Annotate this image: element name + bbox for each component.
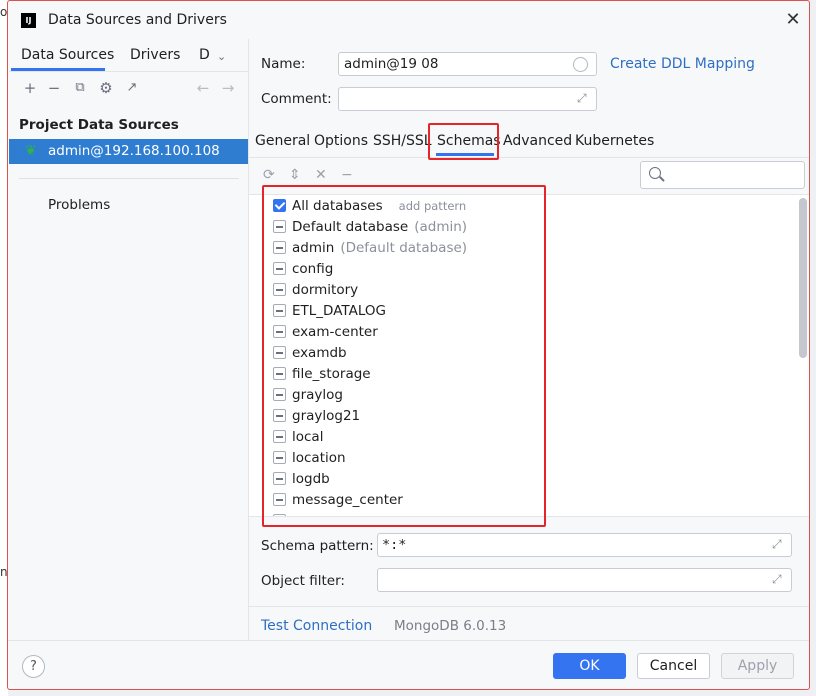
comment-field[interactable]: ⤢ — [338, 87, 597, 111]
expand-all-icon[interactable]: ⇕ — [289, 167, 301, 183]
window-title: Data Sources and Drivers — [48, 12, 227, 28]
color-picker-icon[interactable] — [573, 57, 588, 72]
driver-version-text: MongoDB 6.0.13 — [394, 618, 507, 634]
scrollbar-thumb[interactable] — [799, 198, 807, 358]
cancel-button[interactable]: Cancel — [637, 653, 710, 679]
divider — [249, 157, 809, 158]
right-pane: Name: admin@19 08 Create DDL Mapping Com… — [249, 39, 809, 640]
object-filter-label: Object filter: — [261, 573, 345, 589]
schema-pattern-value: *:* — [382, 537, 407, 553]
refresh-icon[interactable]: ⟳ — [263, 167, 275, 183]
divider — [19, 178, 239, 179]
schema-pattern-field[interactable]: *:* ⤢ — [377, 533, 792, 557]
tab-general[interactable]: General — [255, 133, 310, 149]
apply-button[interactable]: Apply — [721, 653, 794, 679]
data-source-label: admin@192.168.100.108 — [48, 143, 220, 159]
divider — [249, 606, 809, 607]
expand-icon[interactable]: ⤢ — [772, 572, 782, 587]
expand-icon[interactable]: ⤢ — [577, 91, 587, 106]
tab-ssh-ssl[interactable]: SSH/SSL — [373, 133, 432, 149]
highlight-box-schema-list — [262, 185, 546, 527]
divider — [8, 640, 809, 641]
forward-arrow-icon[interactable]: → — [219, 79, 237, 97]
tab-options[interactable]: Options — [314, 133, 368, 149]
name-field[interactable]: admin@19 08 — [338, 52, 597, 76]
intellij-app-icon: IJ — [21, 13, 36, 28]
close-icon[interactable]: ✕ — [783, 10, 803, 30]
divider — [9, 71, 249, 72]
chevron-down-icon[interactable]: ⌄ — [217, 50, 226, 63]
name-label: Name: — [261, 56, 306, 72]
problems-item[interactable]: Problems — [48, 197, 110, 213]
test-connection-link[interactable]: Test Connection — [261, 618, 372, 634]
expand-icon[interactable]: ⤢ — [772, 537, 782, 552]
schema-pattern-label: Schema pattern: — [261, 538, 374, 554]
object-filter-field[interactable]: ⤢ — [377, 568, 792, 592]
tab-kubernetes[interactable]: Kubernetes — [575, 133, 654, 149]
add-icon[interactable]: + — [21, 79, 39, 97]
mongodb-leaf-icon: ❦ — [25, 143, 37, 159]
remove-icon[interactable]: − — [341, 167, 353, 183]
tab-advanced[interactable]: Advanced — [503, 133, 572, 149]
highlight-box-tab — [428, 123, 499, 160]
tab-data-sources[interactable]: Data Sources — [21, 47, 114, 63]
collapse-all-icon[interactable]: ✕ — [315, 167, 327, 183]
gear-icon[interactable]: ⚙ — [97, 79, 115, 97]
open-external-icon[interactable]: ↗ — [123, 79, 141, 97]
comment-label: Comment: — [261, 91, 332, 107]
create-ddl-mapping-link[interactable]: Create DDL Mapping — [610, 56, 755, 72]
duplicate-icon[interactable]: ⧉ — [71, 79, 89, 97]
remove-icon[interactable]: − — [45, 79, 63, 97]
ok-button[interactable]: OK — [553, 653, 626, 679]
tab-overflow[interactable]: D — [199, 47, 210, 63]
data-sources-dialog: IJ Data Sources and Drivers ✕ Data Sourc… — [7, 0, 810, 690]
name-value: admin@19 08 — [344, 56, 439, 72]
left-pane: Data Sources Drivers D ⌄ + − ⧉ ⚙ ↗ ← → P… — [9, 39, 249, 640]
back-arrow-icon[interactable]: ← — [194, 79, 212, 97]
schema-search-input[interactable] — [640, 161, 805, 189]
tab-drivers[interactable]: Drivers — [130, 47, 180, 63]
section-title: Project Data Sources — [19, 117, 179, 133]
title-bar: IJ Data Sources and Drivers ✕ — [8, 1, 809, 39]
help-button[interactable]: ? — [22, 655, 45, 678]
